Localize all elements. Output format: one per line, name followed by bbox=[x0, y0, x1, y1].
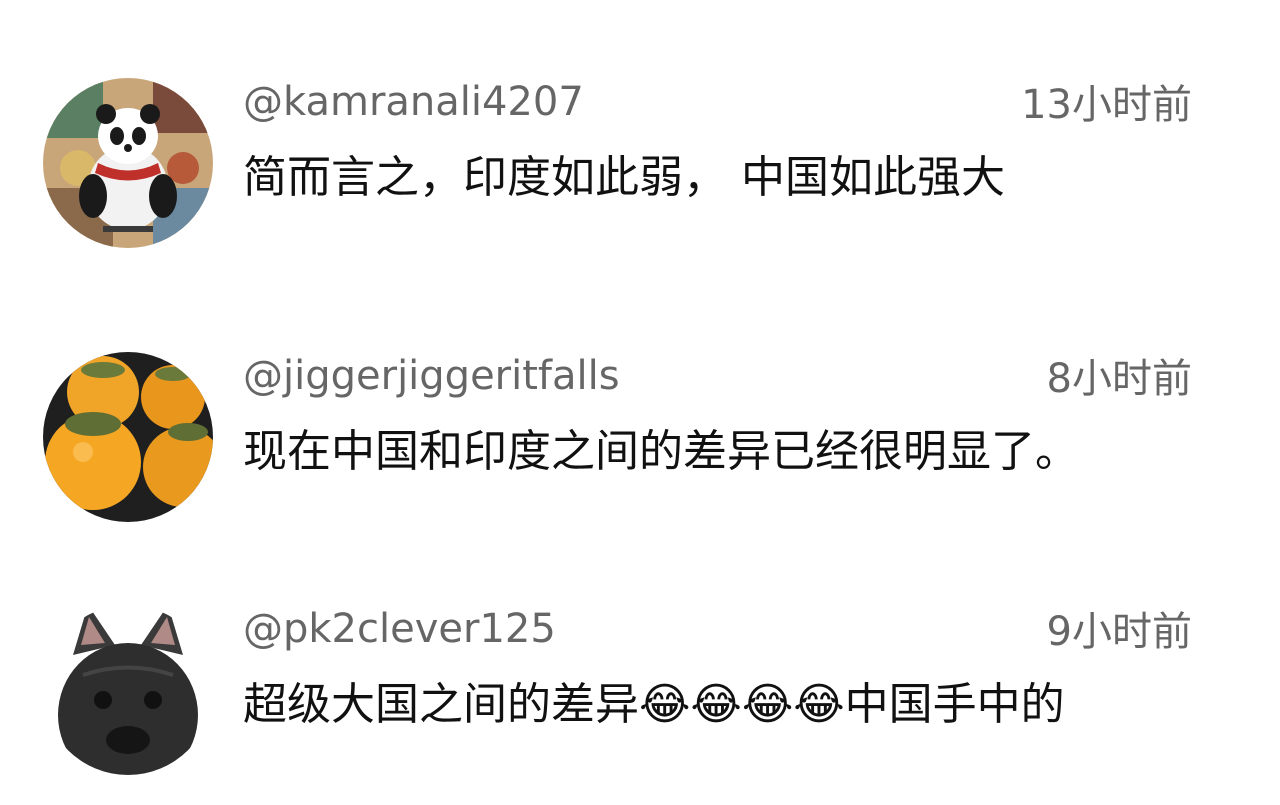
bulldog-avatar-icon bbox=[43, 605, 213, 775]
avatar[interactable] bbox=[43, 78, 213, 248]
comment-username[interactable]: @pk2clever125 bbox=[243, 605, 556, 653]
comment-list: @kamranali4207 13小时前 简而言之，印度如此弱， 中国如此强大 … bbox=[0, 0, 1280, 775]
comment-username[interactable]: @jiggerjiggeritfalls bbox=[243, 352, 620, 400]
comment-item: @kamranali4207 13小时前 简而言之，印度如此弱， 中国如此强大 bbox=[0, 78, 1280, 278]
comment-item: @pk2clever125 9小时前 超级大国之间的差异😂😂😂😂中国手中的 bbox=[0, 605, 1280, 805]
avatar[interactable] bbox=[43, 352, 213, 522]
comment-text: 简而言之，印度如此弱， 中国如此强大 bbox=[243, 152, 1005, 203]
comment-timestamp: 13小时前 bbox=[1021, 82, 1192, 128]
comment-timestamp: 8小时前 bbox=[1046, 356, 1192, 402]
avatar[interactable] bbox=[43, 605, 213, 775]
comment-text: 现在中国和印度之间的差异已经很明显了。 bbox=[243, 426, 1079, 477]
comment-username[interactable]: @kamranali4207 bbox=[243, 78, 584, 126]
comment-timestamp: 9小时前 bbox=[1046, 609, 1192, 655]
persimmon-avatar-icon bbox=[43, 352, 213, 522]
panda-poster-avatar-icon bbox=[43, 78, 213, 248]
comment-item: @jiggerjiggeritfalls 8小时前 现在中国和印度之间的差异已经… bbox=[0, 352, 1280, 552]
comment-text: 超级大国之间的差异😂😂😂😂中国手中的 bbox=[243, 679, 1065, 730]
